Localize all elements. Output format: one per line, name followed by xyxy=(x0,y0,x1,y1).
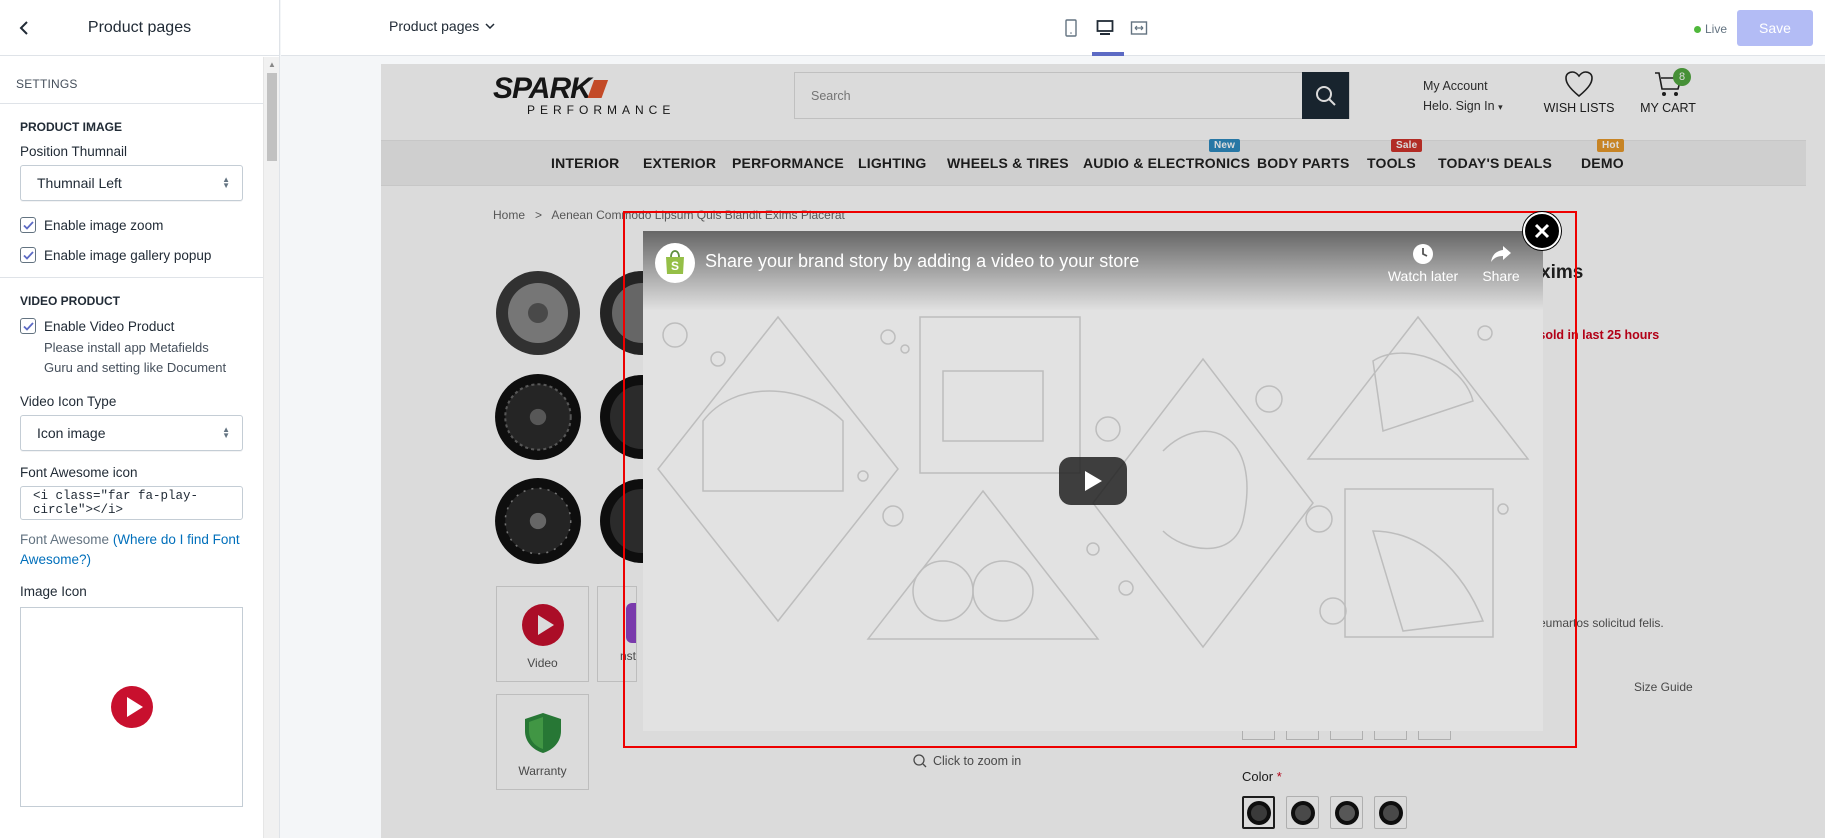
video-help-line-1: Please install app Metafields xyxy=(44,340,209,355)
sidebar-scrollbar[interactable]: ▲ xyxy=(263,57,279,838)
gallery-popup-checkbox[interactable] xyxy=(20,247,36,263)
share-label: Share xyxy=(1482,268,1520,284)
mobile-view-button[interactable] xyxy=(1061,16,1081,40)
select-caret-icon: ▲ ▼ xyxy=(222,425,230,440)
channel-avatar[interactable]: S xyxy=(655,243,695,283)
image-zoom-checkbox[interactable] xyxy=(20,217,36,233)
sidebar-title: Product pages xyxy=(87,18,192,36)
video-product-title: VIDEO PRODUCT xyxy=(20,294,121,308)
image-icon-picker[interactable] xyxy=(20,607,243,807)
scrollbar-thumb[interactable] xyxy=(267,73,277,161)
font-awesome-input[interactable]: <i class="far fa-play-circle"></i> xyxy=(20,486,243,520)
sidebar-header: Product pages xyxy=(0,0,279,56)
font-awesome-help: Font Awesome (Where do I find Font Aweso… xyxy=(20,530,244,570)
editor-topbar: Product pages Live Save xyxy=(281,0,1825,56)
font-awesome-help-prefix: Font Awesome xyxy=(20,532,113,547)
video-play-button[interactable] xyxy=(1059,457,1127,505)
scroll-up-icon[interactable]: ▲ xyxy=(264,57,280,71)
enable-video-checkbox[interactable] xyxy=(20,318,36,334)
image-zoom-label: Enable image zoom xyxy=(44,217,164,233)
checkmark-icon xyxy=(22,321,34,331)
product-image-title: PRODUCT IMAGE xyxy=(20,120,122,134)
position-thumbnail-label: Position Thumnail xyxy=(20,144,128,159)
gallery-popup-option[interactable]: Enable image gallery popup xyxy=(20,247,244,263)
video-icon-type-label: Video Icon Type xyxy=(20,394,117,409)
svg-text:S: S xyxy=(671,259,679,273)
fullscreen-view-button[interactable] xyxy=(1129,16,1149,40)
enable-video-label: Enable Video Product xyxy=(44,318,175,334)
fullscreen-icon xyxy=(1130,21,1148,35)
youtube-video-player[interactable]: S Share your brand story by adding a vid… xyxy=(643,231,1543,731)
save-button[interactable]: Save xyxy=(1737,10,1813,46)
enable-video-option[interactable]: Enable Video Product xyxy=(20,318,244,334)
gallery-popup-label: Enable image gallery popup xyxy=(44,247,212,263)
chevron-left-icon xyxy=(19,21,28,35)
page-type-label: Product pages xyxy=(389,18,480,34)
close-icon xyxy=(1534,223,1550,239)
select-caret-icon: ▲ ▼ xyxy=(222,175,230,190)
checkmark-icon xyxy=(22,220,34,230)
video-help-text: Please install app Metafields Guru and s… xyxy=(20,338,244,378)
back-button[interactable] xyxy=(12,16,36,40)
product-image-group: PRODUCT IMAGE Position Thumnail Thumnail… xyxy=(0,104,264,278)
chevron-down-icon xyxy=(485,23,495,29)
image-zoom-option[interactable]: Enable image zoom xyxy=(20,217,244,233)
desktop-view-button[interactable] xyxy=(1095,16,1115,40)
close-popup-button[interactable] xyxy=(1523,212,1561,250)
sidebar-scroll-area: SETTINGS PRODUCT IMAGE Position Thumnail… xyxy=(0,57,264,838)
device-switcher xyxy=(1061,16,1149,40)
mobile-icon xyxy=(1065,19,1077,37)
page-type-dropdown[interactable]: Product pages xyxy=(389,18,495,34)
clock-icon xyxy=(1413,244,1433,264)
video-icon-type-value: Icon image xyxy=(37,425,106,441)
video-product-group: VIDEO PRODUCT Enable Video Product Pleas… xyxy=(0,278,264,821)
checkmark-icon xyxy=(22,250,34,260)
watch-later-button[interactable]: Watch later xyxy=(1383,243,1463,284)
play-circle-icon xyxy=(110,686,153,728)
font-awesome-label: Font Awesome icon xyxy=(20,465,138,480)
image-icon-label: Image Icon xyxy=(20,584,87,599)
live-label: Live xyxy=(1704,22,1727,36)
position-thumbnail-select[interactable]: Thumnail Left ▲ ▼ xyxy=(20,165,243,201)
live-dot-icon xyxy=(1693,25,1701,33)
video-title[interactable]: Share your brand story by adding a video… xyxy=(705,251,1139,272)
share-button[interactable]: Share xyxy=(1471,243,1531,284)
video-icon-type-select[interactable]: Icon image ▲ ▼ xyxy=(20,415,243,451)
play-icon xyxy=(1085,471,1102,491)
video-help-line-2: Guru and setting like Document xyxy=(44,360,227,375)
settings-sidebar: Product pages SETTINGS PRODUCT IMAGE Pos… xyxy=(0,0,280,838)
share-arrow-icon xyxy=(1491,246,1511,262)
watch-later-label: Watch later xyxy=(1387,268,1459,284)
active-device-indicator xyxy=(1092,52,1124,56)
live-status: Live xyxy=(1693,22,1727,36)
position-thumbnail-value: Thumnail Left xyxy=(37,175,122,191)
desktop-icon xyxy=(1096,20,1114,35)
settings-section-title: SETTINGS xyxy=(0,57,264,104)
shopify-bag-icon: S xyxy=(666,250,684,274)
